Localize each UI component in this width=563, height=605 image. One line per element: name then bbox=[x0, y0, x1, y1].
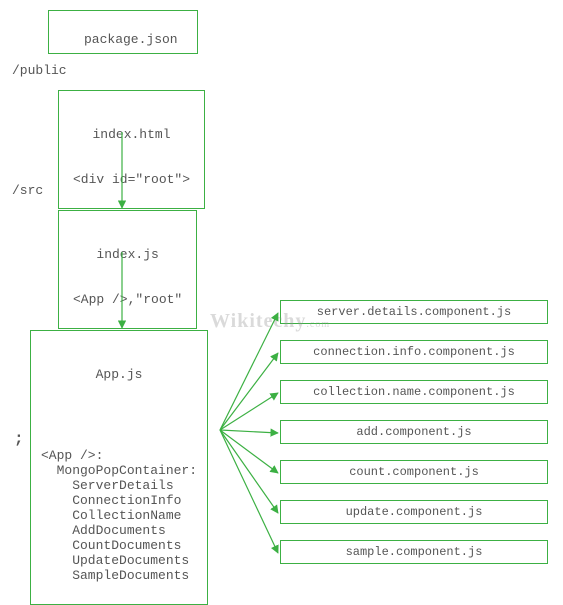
app-js-body: <App />: MongoPopContainer: ServerDetail… bbox=[41, 448, 197, 583]
watermark-sub: .com bbox=[306, 319, 330, 330]
box-component-4: count.component.js bbox=[280, 460, 548, 484]
dir-src: /src bbox=[12, 183, 43, 198]
box-component-2: collection.name.component.js bbox=[280, 380, 548, 404]
box-package-json: package.json bbox=[48, 10, 198, 54]
component-label-4: count.component.js bbox=[349, 465, 479, 479]
app-js-title: App.js bbox=[41, 367, 197, 382]
box-index-html: index.html <div id="root"> bbox=[58, 90, 205, 209]
stray-semicolon: ; bbox=[14, 430, 24, 448]
box-component-6: sample.component.js bbox=[280, 540, 548, 564]
component-label-0: server.details.component.js bbox=[317, 305, 511, 319]
component-label-1: connection.info.component.js bbox=[313, 345, 515, 359]
box-component-5: update.component.js bbox=[280, 500, 548, 524]
box-component-1: connection.info.component.js bbox=[280, 340, 548, 364]
watermark-main: Wikitechy bbox=[210, 310, 306, 332]
index-html-line2: <div id="root"> bbox=[73, 172, 190, 187]
component-label-2: collection.name.component.js bbox=[313, 385, 515, 399]
index-js-line1: index.js bbox=[73, 247, 182, 262]
box-component-3: add.component.js bbox=[280, 420, 548, 444]
dir-public-text: /public bbox=[12, 63, 67, 78]
box-app-js: App.js <App />: MongoPopContainer: Serve… bbox=[30, 330, 208, 605]
label-package-json: package.json bbox=[84, 32, 178, 47]
dir-public: /public bbox=[12, 63, 67, 78]
component-label-5: update.component.js bbox=[346, 505, 483, 519]
box-index-js: index.js <App />,"root" bbox=[58, 210, 197, 329]
index-js-line2: <App />,"root" bbox=[73, 292, 182, 307]
component-label-3: add.component.js bbox=[356, 425, 471, 439]
watermark: Wikitechy.com bbox=[210, 310, 330, 333]
component-label-6: sample.component.js bbox=[346, 545, 483, 559]
index-html-line1: index.html bbox=[73, 127, 190, 142]
dir-src-text: /src bbox=[12, 183, 43, 198]
